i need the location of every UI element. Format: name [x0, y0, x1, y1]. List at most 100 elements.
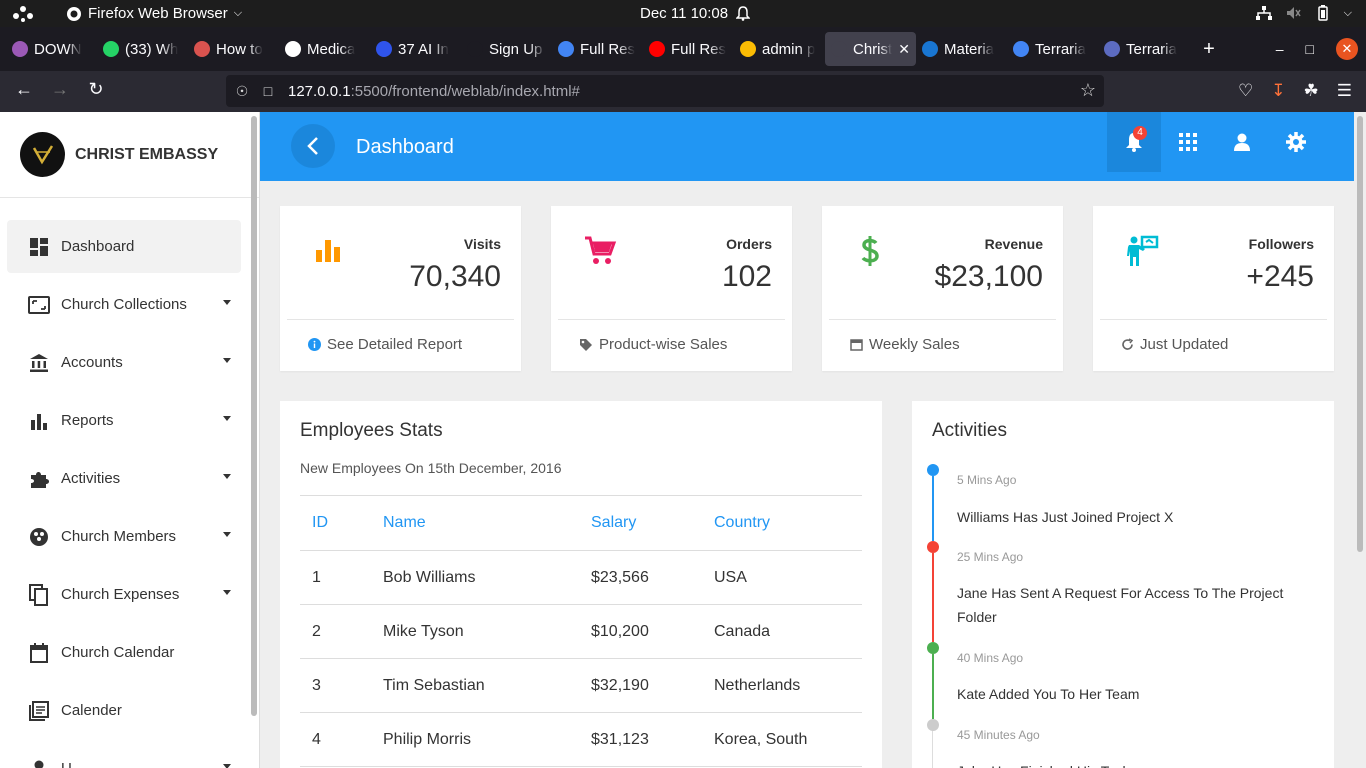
- browser-tab[interactable]: 37 AI In: [370, 32, 461, 66]
- timeline-dot: [927, 642, 939, 654]
- reload-icon[interactable]: ↻: [83, 79, 109, 100]
- menu-icon[interactable]: ☰: [1337, 81, 1352, 101]
- browser-tab[interactable]: admin p: [734, 32, 825, 66]
- settings-button[interactable]: [1269, 112, 1323, 172]
- browser-tab[interactable]: (33) Wh: [97, 32, 188, 66]
- employees-stats-panel: Employees Stats New Employees On 15th De…: [280, 401, 882, 768]
- browser-tab[interactable]: DOWN: [6, 32, 97, 66]
- sidebar-item-dashboard[interactable]: Dashboard: [7, 220, 241, 273]
- caret-down-icon: [223, 590, 231, 595]
- browser-tab[interactable]: How to: [188, 32, 279, 66]
- system-tray[interactable]: ⌵: [1255, 5, 1352, 21]
- sidebar-item-calender[interactable]: Calender: [7, 684, 241, 737]
- url-text[interactable]: 127.0.0.1:5500/frontend/weblab/index.htm…: [288, 83, 580, 100]
- pocket-icon[interactable]: ♡: [1238, 81, 1253, 101]
- toolbar-icons: ♡ ↧ ☘ ☰: [1238, 81, 1352, 101]
- stat-footer[interactable]: Just Updated: [1121, 336, 1228, 353]
- sidebar-item-label: Church Members: [61, 528, 177, 545]
- app-menu[interactable]: Firefox Web Browser ⌵: [66, 5, 242, 22]
- sidebar-toggle-button[interactable]: [291, 124, 335, 168]
- bookmark-star-icon[interactable]: ☆: [1080, 80, 1096, 101]
- extension-icon[interactable]: ☘: [1304, 81, 1319, 101]
- sidebar-scrollbar[interactable]: [251, 116, 257, 716]
- close-window-icon[interactable]: ✕: [1336, 38, 1358, 60]
- activities-icon[interactable]: [12, 5, 34, 27]
- browser-tab[interactable]: Medica: [279, 32, 370, 66]
- sidebar-item-activities[interactable]: Activities: [7, 452, 241, 505]
- new-tab-icon[interactable]: +: [1189, 38, 1229, 61]
- back-arrow-icon[interactable]: ←: [11, 79, 37, 100]
- presenter-icon: [1125, 234, 1159, 266]
- tab-label: Terraria: [1035, 40, 1086, 58]
- download-icon[interactable]: ↧: [1271, 81, 1285, 101]
- browser-tab[interactable]: Sign Up | L: [461, 32, 552, 66]
- timeline-segment: [932, 654, 934, 719]
- puzzle-icon: [28, 468, 50, 490]
- url-host: 127.0.0.1: [288, 82, 351, 100]
- tab-label: Medica: [307, 40, 356, 58]
- column-header[interactable]: ID: [300, 495, 371, 551]
- sidebar-item-church-calendar[interactable]: Church Calendar: [7, 626, 241, 679]
- tab-favicon-icon: [831, 41, 847, 57]
- tab-favicon-icon: [1104, 41, 1120, 57]
- stat-footer[interactable]: See Detailed Report: [308, 336, 462, 353]
- browser-tab-bar: DOWN (33) Wh How to Medica 37 AI In Sign Up |…: [0, 27, 1366, 71]
- maximize-icon[interactable]: □: [1306, 41, 1314, 57]
- forward-arrow-icon[interactable]: →: [47, 79, 73, 100]
- tab-favicon-icon: [1013, 41, 1029, 57]
- notifications-button[interactable]: 4: [1107, 112, 1161, 172]
- sidebar-item-accounts[interactable]: Accounts: [7, 336, 241, 389]
- sidebar-item-church-members[interactable]: Church Members: [7, 510, 241, 563]
- employees-panel-subtitle: New Employees On 15th December, 2016: [300, 460, 562, 476]
- sidebar-item-label: Church Calendar: [61, 644, 175, 661]
- browser-tab[interactable]: Christ Em ✕: [825, 32, 916, 66]
- stat-footer-text: Weekly Sales: [869, 336, 960, 353]
- cell-salary: $10,200: [579, 604, 702, 659]
- apps-button[interactable]: [1161, 112, 1215, 172]
- cell-name: Tim Sebastian: [371, 658, 579, 713]
- column-header[interactable]: Country: [702, 495, 862, 551]
- tab-favicon-icon: [285, 41, 301, 57]
- sidebar-item-label: Reports: [61, 412, 114, 429]
- cart-icon: [583, 234, 617, 266]
- chevron-left-icon: [307, 137, 318, 155]
- caret-down-icon: [223, 358, 231, 363]
- address-bar[interactable]: ☉ □ 127.0.0.1:5500/frontend/weblab/index…: [226, 75, 1104, 107]
- cell-salary: $32,190: [579, 658, 702, 713]
- caret-down-icon: [223, 764, 231, 768]
- sidebar-item-reports[interactable]: Reports: [7, 394, 241, 447]
- caret-down-icon: [223, 300, 231, 305]
- firefox-icon: [67, 6, 81, 21]
- browser-tab[interactable]: Terraria: [1098, 32, 1189, 66]
- clock[interactable]: Dec 11 10:08: [640, 5, 751, 22]
- stat-card-orders: Orders 102 Product-wise Sales: [551, 206, 792, 371]
- column-header[interactable]: Name: [371, 495, 579, 551]
- minimize-icon[interactable]: –: [1276, 41, 1284, 57]
- browser-tab[interactable]: Terraria: [1007, 32, 1098, 66]
- browser-tab[interactable]: Full Res: [643, 32, 734, 66]
- stat-label: Orders: [726, 236, 772, 252]
- bell-icon: [736, 6, 751, 21]
- dashboard-icon: [28, 236, 50, 258]
- profile-button[interactable]: [1215, 112, 1269, 172]
- cell-id: 3: [300, 658, 371, 713]
- sidebar-item-church-expenses[interactable]: Church Expenses: [7, 568, 241, 621]
- sidebar-item-label: Dashboard: [61, 238, 135, 255]
- window-controls: – □ ✕: [1276, 27, 1358, 71]
- browser-tab[interactable]: Full Res: [552, 32, 643, 66]
- stat-footer[interactable]: Product-wise Sales: [579, 336, 727, 353]
- tab-label: Christ Em: [853, 40, 893, 58]
- close-tab-icon[interactable]: ✕: [898, 41, 910, 58]
- tab-favicon-icon: [649, 41, 665, 57]
- column-header[interactable]: Salary: [579, 495, 702, 551]
- browser-tab[interactable]: Materia: [916, 32, 1007, 66]
- stat-footer[interactable]: Weekly Sales: [850, 336, 960, 353]
- shield-icon: ☉: [235, 82, 249, 99]
- chevron-down-icon: ⌵: [233, 7, 243, 19]
- sidebar-item-u[interactable]: U: [7, 742, 241, 768]
- stat-card-visits: Visits 70,340 See Detailed Report: [280, 206, 521, 371]
- page-scrollbar[interactable]: [1357, 116, 1363, 552]
- brand[interactable]: CHRIST EMBASSY: [0, 112, 259, 198]
- table-row: 3 Tim Sebastian $32,190 Netherlands: [300, 658, 862, 713]
- sidebar-item-church-collections[interactable]: Church Collections: [7, 278, 241, 331]
